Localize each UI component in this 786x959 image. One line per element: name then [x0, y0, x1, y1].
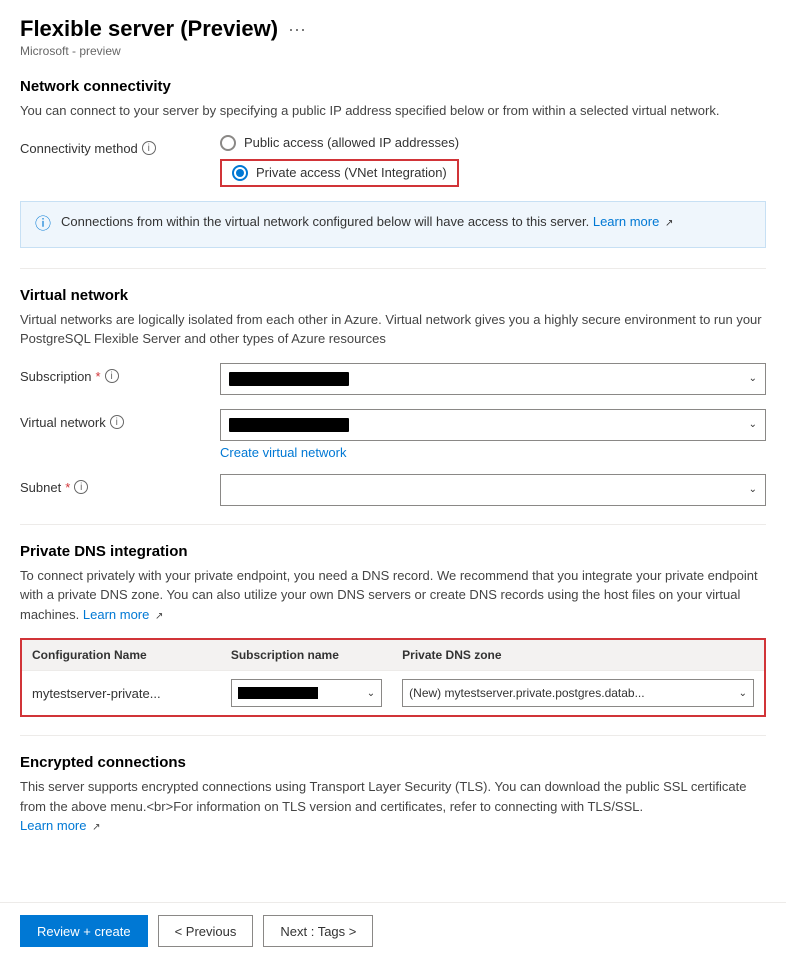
dns-table-row: mytestserver-private... ⌄ (New) my	[22, 671, 764, 716]
dns-zone-chevron-icon: ⌄	[739, 688, 747, 699]
encrypted-connections-title: Encrypted connections	[20, 754, 766, 771]
subscription-chevron-icon: ⌄	[749, 373, 757, 384]
network-connectivity-desc: You can connect to your server by specif…	[20, 101, 766, 121]
network-connectivity-title: Network connectivity	[20, 78, 766, 95]
dns-zone-dropdown[interactable]: (New) mytestserver.private.postgres.data…	[402, 679, 754, 707]
vnet-control-wrap: ⌄ Create virtual network	[220, 409, 766, 460]
subnet-dropdown[interactable]: ⌄	[220, 474, 766, 506]
vnet-value	[229, 418, 349, 432]
virtual-network-title: Virtual network	[20, 287, 766, 304]
subscription-row: Subscription * i ⌄	[20, 363, 766, 395]
vnet-info-icon[interactable]: i	[110, 415, 124, 429]
subscription-required: *	[96, 369, 101, 384]
dns-subscription-dropdown[interactable]: ⌄	[231, 679, 382, 707]
radio-public-circle	[220, 135, 236, 151]
dns-table-container: Configuration Name Subscription name Pri…	[20, 638, 766, 717]
dns-subscription-value	[238, 687, 318, 699]
dns-subscription-chevron-icon: ⌄	[367, 688, 375, 699]
connectivity-method-label: Connectivity method	[20, 141, 138, 156]
encrypted-learn-more-link[interactable]: Learn more	[20, 818, 86, 833]
subscription-info-icon[interactable]: i	[105, 369, 119, 383]
dns-learn-more-link[interactable]: Learn more	[83, 607, 149, 622]
connectivity-learn-more-link[interactable]: Learn more	[593, 214, 659, 229]
create-virtual-network-link[interactable]: Create virtual network	[220, 445, 346, 460]
info-box-message: Connections from within the virtual netw…	[61, 212, 673, 237]
previous-button[interactable]: < Previous	[158, 915, 254, 947]
dns-col-subscription: Subscription name	[221, 640, 392, 671]
encrypted-connections-desc: This server supports encrypted connectio…	[20, 777, 766, 836]
dns-col-config: Configuration Name	[22, 640, 221, 671]
radio-private-access-selected[interactable]: Private access (VNet Integration)	[220, 159, 459, 187]
subnet-info-icon[interactable]: i	[74, 480, 88, 494]
vnet-label: Virtual network	[20, 415, 106, 430]
dns-col-zone: Private DNS zone	[392, 640, 764, 671]
info-box-icon: ⓘ	[35, 213, 51, 237]
encrypted-connections-section: Encrypted connections This server suppor…	[20, 754, 766, 836]
subnet-chevron-icon: ⌄	[749, 484, 757, 495]
subscription-dropdown-wrap: ⌄	[220, 363, 766, 395]
ellipsis-menu-icon[interactable]: ···	[288, 19, 306, 40]
connectivity-method-radio-group: Public access (allowed IP addresses) Pri…	[220, 135, 766, 187]
divider-2	[20, 524, 766, 525]
virtual-network-desc: Virtual networks are logically isolated …	[20, 310, 766, 349]
radio-private-label: Private access (VNet Integration)	[256, 165, 447, 180]
encrypted-external-link-icon: ↗	[92, 822, 100, 833]
subscription-value	[229, 372, 349, 386]
next-button[interactable]: Next : Tags >	[263, 915, 373, 947]
private-access-info-box: ⓘ Connections from within the virtual ne…	[20, 201, 766, 248]
virtual-network-row: Virtual network i ⌄ Create virtual netwo…	[20, 409, 766, 460]
dns-integration-desc: To connect privately with your private e…	[20, 566, 766, 625]
dns-integration-title: Private DNS integration	[20, 543, 766, 560]
subnet-required: *	[65, 480, 70, 495]
subnet-row: Subnet * i ⌄	[20, 474, 766, 506]
dns-zone-value: (New) mytestserver.private.postgres.data…	[409, 686, 644, 700]
page-subtitle: Microsoft - preview	[20, 44, 766, 58]
connectivity-method-info-icon[interactable]: i	[142, 141, 156, 155]
divider-1	[20, 268, 766, 269]
subnet-label: Subnet	[20, 480, 61, 495]
footer: Review + create < Previous Next : Tags >	[0, 902, 786, 959]
vnet-chevron-icon: ⌄	[749, 419, 757, 430]
page-title: Flexible server (Preview)	[20, 16, 278, 42]
subnet-control-wrap: ⌄	[220, 474, 766, 506]
dns-config-name: mytestserver-private...	[32, 686, 161, 701]
divider-3	[20, 735, 766, 736]
subscription-dropdown[interactable]: ⌄	[220, 363, 766, 395]
radio-private-circle	[232, 165, 248, 181]
virtual-network-section: Virtual network Virtual networks are log…	[20, 287, 766, 506]
external-link-icon: ↗	[665, 218, 673, 229]
dns-table: Configuration Name Subscription name Pri…	[22, 640, 764, 715]
vnet-dropdown[interactable]: ⌄	[220, 409, 766, 441]
subscription-label: Subscription	[20, 369, 92, 384]
review-create-button[interactable]: Review + create	[20, 915, 148, 947]
dns-integration-section: Private DNS integration To connect priva…	[20, 543, 766, 718]
radio-public-label: Public access (allowed IP addresses)	[244, 135, 459, 150]
dns-external-link-icon: ↗	[155, 611, 163, 622]
radio-public-access[interactable]: Public access (allowed IP addresses)	[220, 135, 766, 151]
